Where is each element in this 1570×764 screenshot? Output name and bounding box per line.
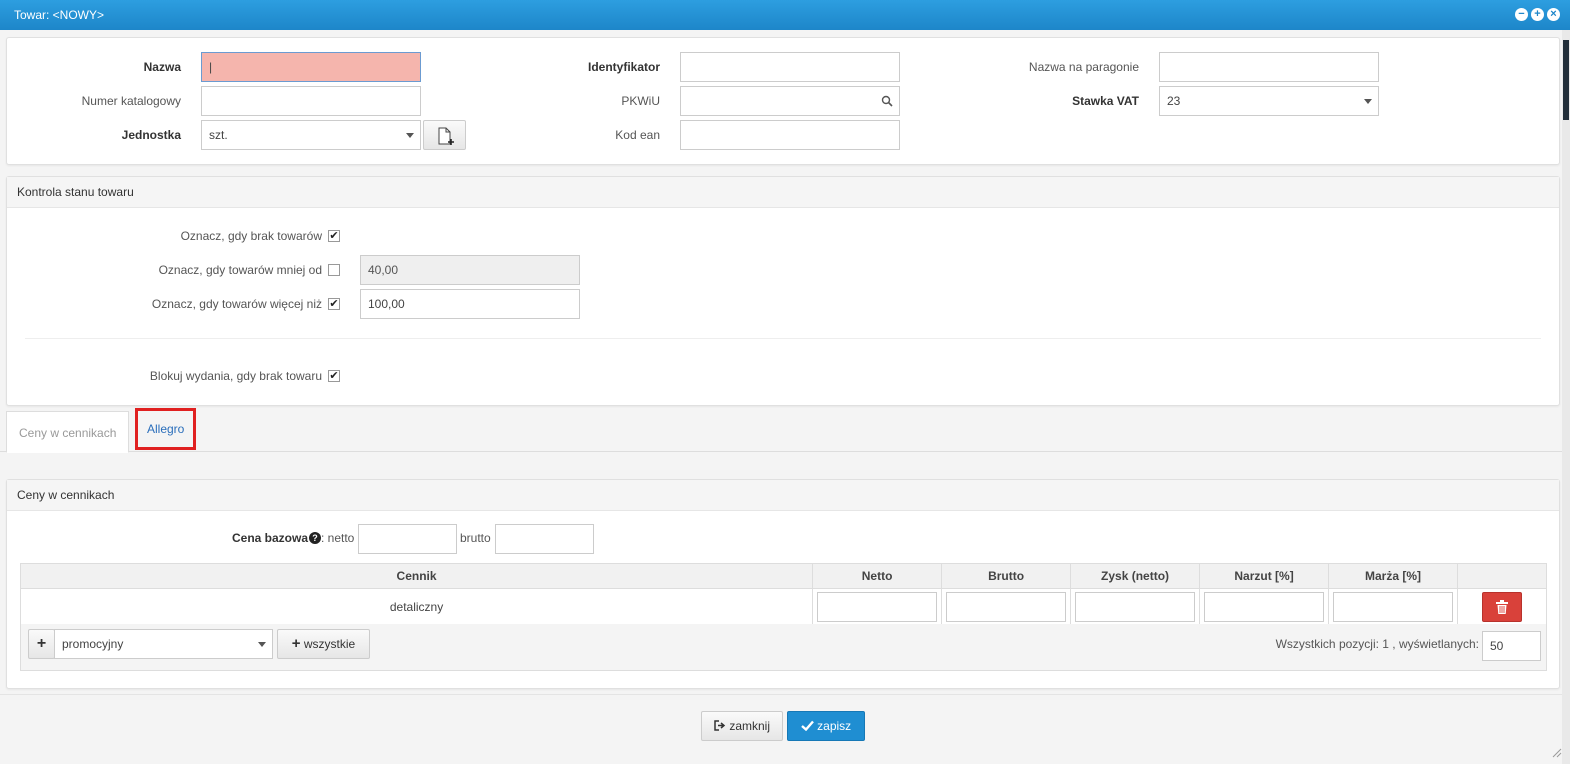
name-input[interactable]: | <box>201 52 421 82</box>
search-icon[interactable] <box>881 95 893 107</box>
vat-label: Stawka VAT <box>1072 94 1139 108</box>
save-button-label: zapisz <box>817 719 852 733</box>
unit-select-value: szt. <box>209 128 228 142</box>
add-price-list-button[interactable]: + <box>28 629 55 659</box>
pkwiu-input[interactable] <box>680 86 900 116</box>
resize-grip-icon[interactable] <box>1552 748 1562 758</box>
receipt-name-label: Nazwa na paragonie <box>1028 60 1139 74</box>
unit-label: Jednostka <box>121 128 181 142</box>
window-title: Towar: <NOWY> <box>14 8 105 22</box>
scrollbar[interactable] <box>1562 30 1570 764</box>
netto-input[interactable] <box>817 591 938 622</box>
check-icon <box>801 720 814 732</box>
brutto-input[interactable] <box>946 591 1067 622</box>
footer-divider <box>0 694 1562 695</box>
table-row: detaliczny <box>19 588 1547 625</box>
plus-icon: + <box>291 635 301 652</box>
block-issue-label: Blokuj wydania, gdy brak towaru <box>149 369 322 383</box>
base-netto-input[interactable] <box>358 524 457 554</box>
page-size-input[interactable]: 50 <box>1482 631 1541 661</box>
receipt-name-input[interactable] <box>1159 52 1379 82</box>
price-list-select[interactable]: promocyjny <box>54 629 273 659</box>
table-header-row: Cennik Netto Brutto Zysk (netto) Narzut … <box>19 563 1547 589</box>
general-panel: Nazwa | Numer katalogowy Jednostka szt. … <box>6 37 1560 165</box>
price-list-select-value: promocyjny <box>62 637 124 651</box>
close-icon[interactable]: × <box>1547 8 1560 21</box>
catalog-number-input[interactable] <box>201 86 421 116</box>
vat-select-value: 23 <box>1167 94 1181 108</box>
base-brutto-input[interactable] <box>495 524 594 554</box>
prices-panel: Ceny w cennikach Cena bazowa ? : netto b… <box>6 479 1560 689</box>
mark-more-input[interactable]: 100,00 <box>360 289 580 319</box>
column-header: Netto <box>812 563 943 589</box>
close-button-label: zamknij <box>729 719 771 733</box>
mark-more-label: Oznacz, gdy towarów więcej niż <box>151 297 322 311</box>
cennik-cell: detaliczny <box>19 588 814 625</box>
netto-label: : netto <box>321 531 355 545</box>
ean-label: Kod ean <box>615 128 660 142</box>
add-all-button[interactable]: + wszystkie <box>277 629 370 659</box>
pkwiu-label: PKWiU <box>621 94 660 108</box>
brutto-label: brutto <box>460 531 491 545</box>
sign-out-icon <box>714 720 726 731</box>
stock-control-header: Kontrola stanu towaru <box>7 177 1559 208</box>
tab-label: Ceny w cennikach <box>19 426 117 440</box>
mark-missing-label: Oznacz, gdy brak towarów <box>180 229 322 243</box>
mark-more-checkbox[interactable]: ✔ <box>328 298 340 310</box>
price-list-table: Cennik Netto Brutto Zysk (netto) Narzut … <box>19 563 1547 625</box>
pagination-text: Wszystkich pozycji: 1 , wyświetlanych: <box>1275 637 1479 651</box>
stock-control-panel: Kontrola stanu towaru Oznacz, gdy brak t… <box>6 176 1560 406</box>
column-header <box>1457 563 1547 589</box>
column-header: Narzut [%] <box>1199 563 1330 589</box>
chevron-down-icon <box>258 642 266 647</box>
tab-allegro[interactable]: Allegro <box>135 408 197 450</box>
tab-bar <box>0 410 1562 452</box>
divider <box>25 338 1541 339</box>
catalog-number-label: Numer katalogowy <box>81 94 181 108</box>
mark-less-input[interactable]: 40,00 <box>360 255 580 285</box>
markup-input[interactable] <box>1204 591 1325 622</box>
column-header: Brutto <box>941 563 1072 589</box>
tab-label: Allegro <box>147 422 185 436</box>
save-button[interactable]: zapisz <box>787 711 865 741</box>
profit-input[interactable] <box>1075 591 1196 622</box>
base-price-label: Cena bazowa <box>232 531 308 545</box>
tab-ceny-w-cennikach[interactable]: Ceny w cennikach <box>6 411 130 453</box>
prices-header: Ceny w cennikach <box>7 480 1559 511</box>
help-icon[interactable]: ? <box>309 532 321 544</box>
margin-input[interactable] <box>1333 591 1454 622</box>
minimize-icon[interactable]: − <box>1515 8 1528 21</box>
mark-less-label: Oznacz, gdy towarów mniej od <box>158 263 322 277</box>
column-header: Cennik <box>19 563 814 589</box>
maximize-icon[interactable]: + <box>1531 8 1544 21</box>
identifier-label: Identyfikator <box>587 60 660 74</box>
delete-row-button[interactable] <box>1482 591 1522 622</box>
chevron-down-icon <box>406 133 414 138</box>
mark-missing-checkbox[interactable]: ✔ <box>328 230 340 242</box>
add-all-label: wszystkie <box>303 637 356 651</box>
scrollbar-thumb[interactable] <box>1563 40 1569 120</box>
unit-select[interactable]: szt. <box>201 120 421 150</box>
column-header: Zysk (netto) <box>1070 563 1201 589</box>
window-titlebar: Towar: <NOWY> − + × <box>0 0 1570 30</box>
table-footer: + promocyjny + wszystkie Wszystkich pozy… <box>20 624 1547 671</box>
base-price-text: Cena bazowa <box>232 531 309 545</box>
mark-less-checkbox[interactable] <box>328 264 340 276</box>
new-document-icon <box>438 127 454 145</box>
trash-icon <box>1496 600 1508 615</box>
column-header: Marża [%] <box>1328 563 1459 589</box>
add-unit-button[interactable] <box>423 120 466 150</box>
name-label: Nazwa <box>143 60 181 74</box>
identifier-input[interactable] <box>680 52 900 82</box>
close-button[interactable]: zamknij <box>701 711 783 741</box>
chevron-down-icon <box>1364 99 1372 104</box>
block-issue-checkbox[interactable]: ✔ <box>328 370 340 382</box>
ean-input[interactable] <box>680 120 900 150</box>
vat-select[interactable]: 23 <box>1159 86 1379 116</box>
